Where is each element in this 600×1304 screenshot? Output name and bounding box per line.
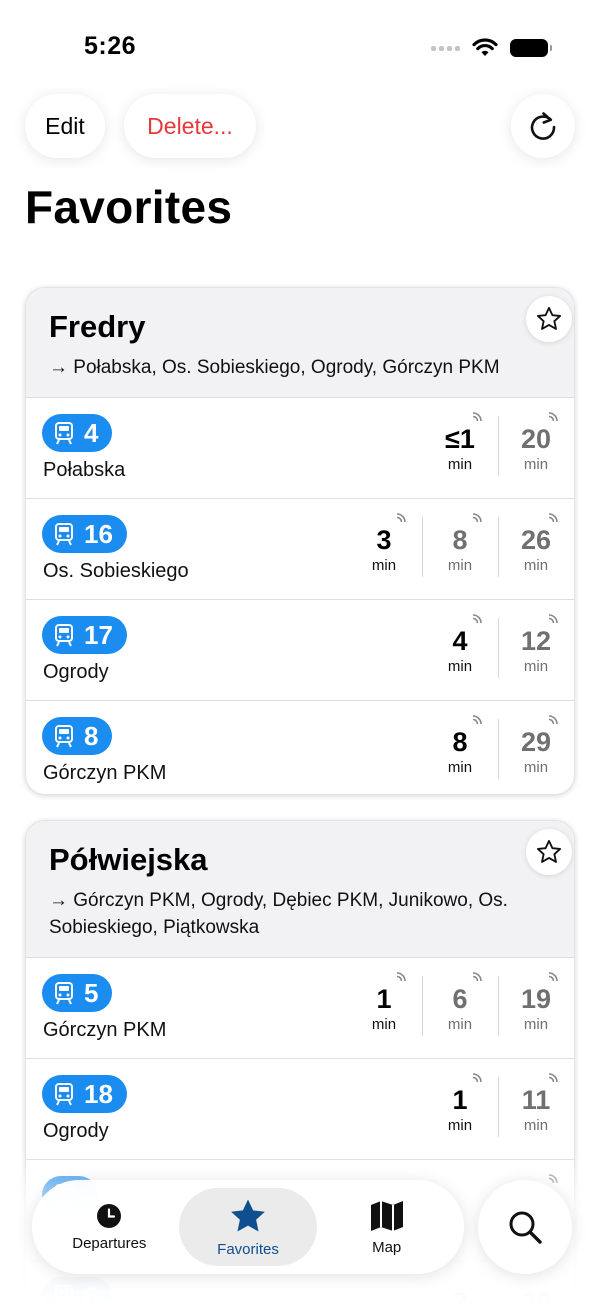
line-number: 18 <box>84 1078 113 1109</box>
line-number: 8 <box>84 720 99 751</box>
line-number: 17 <box>84 619 113 650</box>
destination: Górczyn PKM <box>43 1019 167 1041</box>
wifi-icon <box>472 38 498 56</box>
stop-header[interactable]: Fredry → Połabska, Os. Sobieskiego, Ogro… <box>26 288 574 398</box>
realtime-icon <box>396 513 406 523</box>
favorite-toggle-button[interactable] <box>526 296 572 342</box>
stop-directions: → Górczyn PKM, Ogrody, Dębiec PKM, Junik… <box>49 890 508 938</box>
tram-icon <box>55 624 73 647</box>
realtime-icon <box>548 1073 558 1083</box>
realtime-icon <box>396 972 406 982</box>
realtime-icon <box>472 614 482 624</box>
star-outline-icon <box>536 839 562 863</box>
departure-time: 12 min <box>498 614 574 680</box>
status-time: 5:26 <box>84 32 137 60</box>
refresh-button[interactable] <box>511 94 575 158</box>
departure-row[interactable]: 17 Ogrody 4 min 12 min <box>26 600 574 701</box>
tram-icon <box>55 725 73 748</box>
favorite-toggle-button[interactable] <box>526 829 572 875</box>
delete-button[interactable]: Delete... <box>124 94 256 158</box>
departure-time: 26 min <box>498 513 574 579</box>
departure-row[interactable]: 4 Połabska ≤1 min 20 min <box>26 398 574 499</box>
realtime-icon <box>548 412 558 422</box>
line-badge: 16 <box>42 515 127 553</box>
realtime-icon <box>548 972 558 982</box>
destination: Połabska <box>43 459 126 481</box>
destination: Os. Sobieskiego <box>43 560 189 582</box>
star-outline-icon <box>536 306 562 330</box>
departure-times: ≤1 min 20 min <box>422 412 574 478</box>
line-badge: 8 <box>42 717 113 755</box>
tab-label: Map <box>372 1238 402 1256</box>
refresh-icon <box>530 112 556 140</box>
tram-icon <box>55 422 73 445</box>
search-icon <box>509 1211 542 1244</box>
favorite-stop-card: Fredry → Połabska, Os. Sobieskiego, Ogro… <box>25 287 575 795</box>
clock-icon <box>97 1203 122 1228</box>
realtime-icon <box>472 972 482 982</box>
departure-times: 1 min 11 min <box>422 1073 574 1139</box>
departure-row[interactable]: 18 Ogrody 1 min 11 min <box>26 1059 574 1160</box>
departure-time: 1 min <box>346 972 422 1038</box>
destination: Ogrody <box>43 1120 109 1142</box>
line-badge: 4 <box>42 414 113 452</box>
departure-time: 1 min <box>422 1073 498 1139</box>
status-icons <box>431 38 552 58</box>
tab-departures[interactable]: Departures <box>40 1188 179 1266</box>
realtime-icon <box>472 715 482 725</box>
departure-time: 8 min <box>422 715 498 781</box>
page-title: Favorites <box>25 181 233 233</box>
departure-row[interactable]: 5 Górczyn PKM 1 min 6 min 19 min <box>26 958 574 1059</box>
tram-icon <box>55 1083 73 1106</box>
destination: Górczyn PKM <box>43 762 167 784</box>
departure-times: 3 min 8 min 26 min <box>346 513 574 579</box>
line-number: 5 <box>84 977 99 1008</box>
departure-time: ≤1 min <box>422 412 498 478</box>
departure-times: 4 min 12 min <box>422 614 574 680</box>
line-badge: 17 <box>42 616 127 654</box>
realtime-icon <box>472 412 482 422</box>
status-bar: 5:26 <box>0 0 600 80</box>
star-filled-icon <box>231 1198 265 1232</box>
stop-name: Fredry <box>49 309 146 344</box>
tab-label: Favorites <box>217 1240 279 1258</box>
realtime-icon <box>548 513 558 523</box>
stop-name: Półwiejska <box>49 842 208 877</box>
tab-favorites[interactable]: Favorites <box>178 1188 318 1266</box>
stop-header[interactable]: Półwiejska → Górczyn PKM, Ogrody, Dębiec… <box>26 821 574 958</box>
map-icon <box>370 1200 403 1231</box>
realtime-icon <box>472 1073 482 1083</box>
destination: Ogrody <box>43 661 109 683</box>
departure-times: 8 min 29 min <box>422 715 574 781</box>
tab-map[interactable]: Map <box>317 1188 456 1266</box>
departure-time: 20 min <box>498 412 574 478</box>
departure-time: 6 min <box>422 972 498 1038</box>
tram-icon <box>55 982 73 1005</box>
departure-time: 19 min <box>498 972 574 1038</box>
departure-times: 1 min 6 min 19 min <box>346 972 574 1038</box>
line-badge: 18 <box>42 1075 127 1113</box>
departure-time: 3 min <box>346 513 422 579</box>
tram-icon <box>55 523 73 546</box>
search-button[interactable] <box>478 1180 572 1274</box>
departure-time: 8 min <box>422 513 498 579</box>
departure-time: 29 min <box>498 715 574 781</box>
stop-directions: → Połabska, Os. Sobieskiego, Ogrody, Gór… <box>49 357 500 378</box>
departure-time: 4 min <box>422 614 498 680</box>
tab-bar: Departures Favorites Map <box>32 1180 464 1274</box>
edit-button[interactable]: Edit <box>25 94 105 158</box>
departure-time: 11 min <box>498 1073 574 1139</box>
line-number: 16 <box>84 518 113 549</box>
departure-row[interactable]: 16 Os. Sobieskiego 3 min 8 min 26 min <box>26 499 574 600</box>
signal-icon <box>431 45 460 51</box>
realtime-icon <box>472 513 482 523</box>
realtime-icon <box>548 614 558 624</box>
realtime-icon <box>548 715 558 725</box>
tab-label: Departures <box>72 1234 147 1252</box>
departure-row[interactable]: 8 Górczyn PKM 8 min 29 min <box>26 701 574 794</box>
battery-icon <box>510 39 552 57</box>
line-number: 4 <box>84 417 99 448</box>
line-badge: 5 <box>42 974 113 1012</box>
